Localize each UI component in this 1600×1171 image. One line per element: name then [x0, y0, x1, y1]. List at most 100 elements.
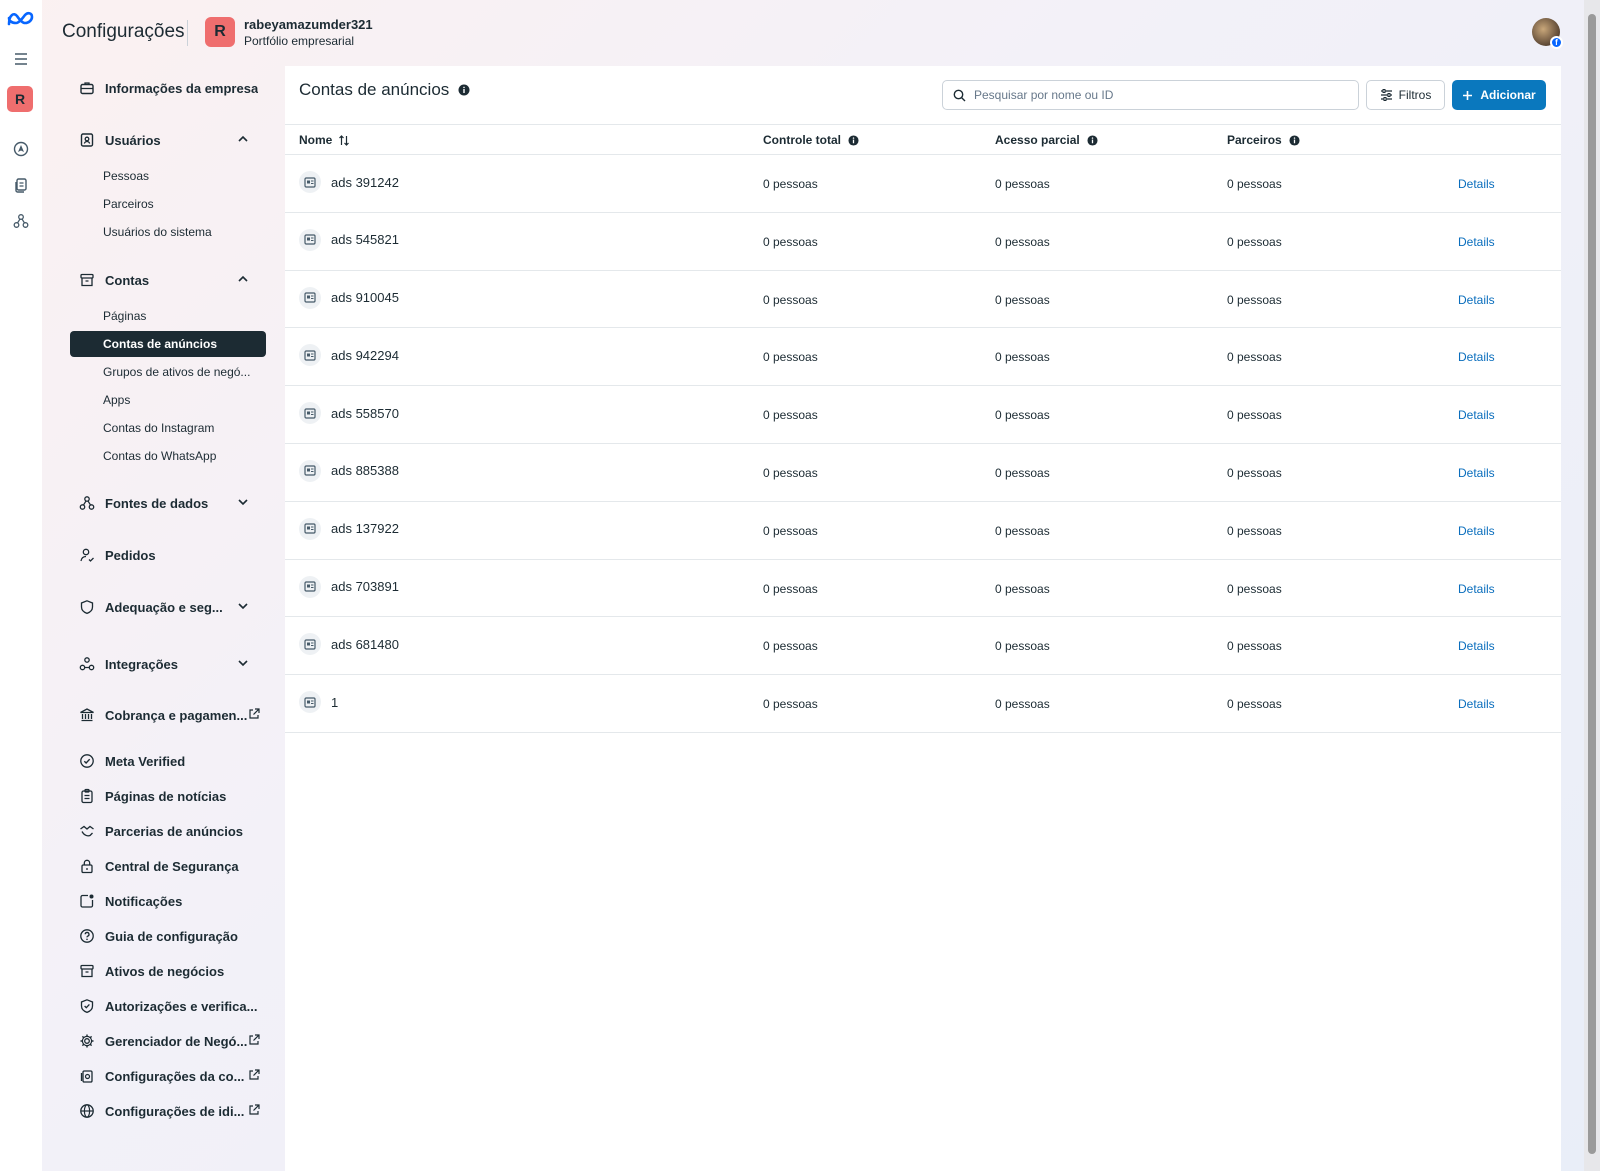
chevron-down-icon[interactable]: [236, 599, 250, 613]
sidebar-item-authorizations[interactable]: Autorizações e verifica...: [70, 992, 266, 1020]
scrollbar[interactable]: [1584, 0, 1600, 1171]
ad-account-icon: [299, 459, 321, 482]
add-button[interactable]: Adicionar: [1452, 80, 1546, 110]
sort-icon[interactable]: [338, 134, 350, 146]
sidebar-item-compliance[interactable]: Adequação e seg...: [70, 593, 266, 621]
gear-icon: [78, 1032, 96, 1050]
table-row[interactable]: ads 558570 0 pessoas 0 pessoas 0 pessoas…: [285, 386, 1561, 444]
sidebar-item-label: Configurações de idi...: [105, 1103, 245, 1119]
data-sources-icon[interactable]: [8, 208, 34, 234]
panel-title: Contas de anúncios: [299, 80, 470, 100]
user-profile-avatar[interactable]: f: [1532, 18, 1563, 49]
sidebar-item-accounts[interactable]: Contas: [70, 266, 266, 294]
sidebar-item-billing[interactable]: Cobrança e pagamen...: [70, 701, 266, 729]
sidebar-subitem-ad-accounts[interactable]: Contas de anúncios: [70, 331, 266, 357]
sidebar-item-users[interactable]: Usuários: [70, 126, 266, 154]
scrollbar-thumb[interactable]: [1588, 14, 1596, 1154]
full-control-value: 0 pessoas: [763, 292, 818, 307]
info-icon[interactable]: [1087, 134, 1098, 146]
ad-account-name: ads 137922: [331, 521, 399, 537]
documents-icon[interactable]: [8, 172, 34, 198]
sidebar-item-news-pages[interactable]: Páginas de notícias: [70, 782, 266, 810]
ad-account-name-cell: ads 558570: [299, 402, 399, 425]
sidebar-item-label: Ativos de negócios: [105, 963, 225, 979]
account-name[interactable]: rabeyamazumder321: [244, 17, 373, 32]
details-link[interactable]: Details: [1458, 350, 1495, 364]
table-row[interactable]: ads 681480 0 pessoas 0 pessoas 0 pessoas…: [285, 617, 1561, 676]
sidebar-item-account-settings[interactable]: Configurações da co...: [70, 1062, 266, 1090]
sidebar-subitem-system-users[interactable]: Usuários do sistema: [70, 219, 266, 245]
sidebar-item-integrations[interactable]: Integrações: [70, 650, 266, 678]
column-header-label: Acesso parcial: [995, 133, 1080, 147]
table-row[interactable]: ads 391242 0 pessoas 0 pessoas 0 pessoas…: [285, 155, 1561, 213]
sidebar-item-security-center[interactable]: Central de Segurança: [70, 852, 266, 880]
meta-logo-icon[interactable]: [5, 6, 37, 32]
partners-value: 0 pessoas: [1227, 177, 1282, 191]
search-box[interactable]: [942, 80, 1359, 110]
sidebar-item-setup-guide[interactable]: Guia de configuração: [70, 922, 266, 950]
search-icon: [953, 89, 966, 101]
sidebar-item-language-settings[interactable]: Configurações de idi...: [70, 1097, 266, 1125]
chevron-down-icon[interactable]: [236, 495, 250, 509]
table-row[interactable]: 1 0 pessoas 0 pessoas 0 pessoas Details: [285, 675, 1561, 733]
table-row[interactable]: ads 942294 0 pessoas 0 pessoas 0 pessoas…: [285, 328, 1561, 387]
table-row[interactable]: ads 137922 0 pessoas 0 pessoas 0 pessoas…: [285, 502, 1561, 560]
menu-icon[interactable]: [8, 46, 34, 72]
sidebar-item-data-sources[interactable]: Fontes de dados: [70, 489, 266, 517]
account-type: Portfólio empresarial: [244, 34, 355, 48]
sidebar-item-company-info[interactable]: Informações da empresa: [70, 74, 266, 102]
details-link[interactable]: Details: [1458, 177, 1495, 191]
table-row[interactable]: ads 910045 0 pessoas 0 pessoas 0 pessoas…: [285, 271, 1561, 329]
ad-account-icon: [299, 691, 321, 714]
sidebar-item-notifications[interactable]: Notificações: [70, 887, 266, 915]
info-icon[interactable]: [458, 84, 470, 96]
table-row[interactable]: ads 703891 0 pessoas 0 pessoas 0 pessoas…: [285, 560, 1561, 618]
sidebar-subitem-instagram-accounts[interactable]: Contas do Instagram: [70, 415, 266, 441]
sidebar-item-meta-verified[interactable]: Meta Verified: [70, 747, 266, 775]
info-icon[interactable]: [848, 134, 859, 146]
partners-value: 0 pessoas: [1227, 639, 1282, 654]
archive-icon: [78, 271, 96, 289]
sidebar-item-label: Gerenciador de Negó...: [105, 1033, 248, 1049]
details-link[interactable]: Details: [1458, 408, 1495, 422]
sidebar-subitem-pages[interactable]: Páginas: [70, 303, 266, 329]
filters-button[interactable]: Filtros: [1366, 80, 1445, 110]
column-header-name[interactable]: Nome: [299, 133, 350, 147]
sidebar-item-ad-partnerships[interactable]: Parcerias de anúncios: [70, 817, 266, 845]
data-sources-icon: [78, 494, 96, 512]
details-link[interactable]: Details: [1458, 697, 1495, 711]
ad-account-icon: [299, 344, 321, 367]
partial-access-value: 0 pessoas: [995, 697, 1050, 712]
sidebar-subitem-business-asset-groups[interactable]: Grupos de ativos de negó...: [70, 359, 266, 385]
ad-account-icon: [299, 575, 321, 598]
sidebar-subitem-apps[interactable]: Apps: [70, 387, 266, 413]
integrations-icon: [78, 655, 96, 673]
details-link[interactable]: Details: [1458, 293, 1495, 307]
sidebar-item-business-manager[interactable]: Gerenciador de Negó...: [70, 1027, 266, 1055]
account-switcher[interactable]: R: [7, 86, 33, 112]
info-icon[interactable]: [1289, 134, 1300, 146]
details-link[interactable]: Details: [1458, 524, 1495, 538]
bank-icon: [78, 706, 96, 724]
chevron-up-icon[interactable]: [236, 272, 250, 286]
details-link[interactable]: Details: [1458, 235, 1495, 249]
details-link[interactable]: Details: [1458, 466, 1495, 480]
external-link-icon: [249, 708, 260, 719]
ad-account-icon: [299, 402, 321, 425]
details-link[interactable]: Details: [1458, 639, 1495, 653]
shield-check-icon: [78, 997, 96, 1015]
sidebar-subitem-whatsapp-accounts[interactable]: Contas do WhatsApp: [70, 443, 266, 469]
ad-account-name-cell: ads 910045: [299, 286, 399, 309]
sidebar-item-requests[interactable]: Pedidos: [70, 541, 266, 569]
chevron-down-icon[interactable]: [236, 656, 250, 670]
table-row[interactable]: ads 545821 0 pessoas 0 pessoas 0 pessoas…: [285, 213, 1561, 271]
sidebar-item-business-assets[interactable]: Ativos de negócios: [70, 957, 266, 985]
chevron-up-icon[interactable]: [236, 132, 250, 146]
table-row[interactable]: ads 885388 0 pessoas 0 pessoas 0 pessoas…: [285, 444, 1561, 502]
sidebar-subitem-people[interactable]: Pessoas: [70, 163, 266, 189]
ads-navigation-icon[interactable]: [8, 136, 34, 162]
search-input[interactable]: [974, 88, 1354, 102]
details-link[interactable]: Details: [1458, 582, 1495, 596]
sidebar-subitem-partners[interactable]: Parceiros: [70, 191, 266, 217]
account-avatar[interactable]: R: [205, 17, 235, 47]
